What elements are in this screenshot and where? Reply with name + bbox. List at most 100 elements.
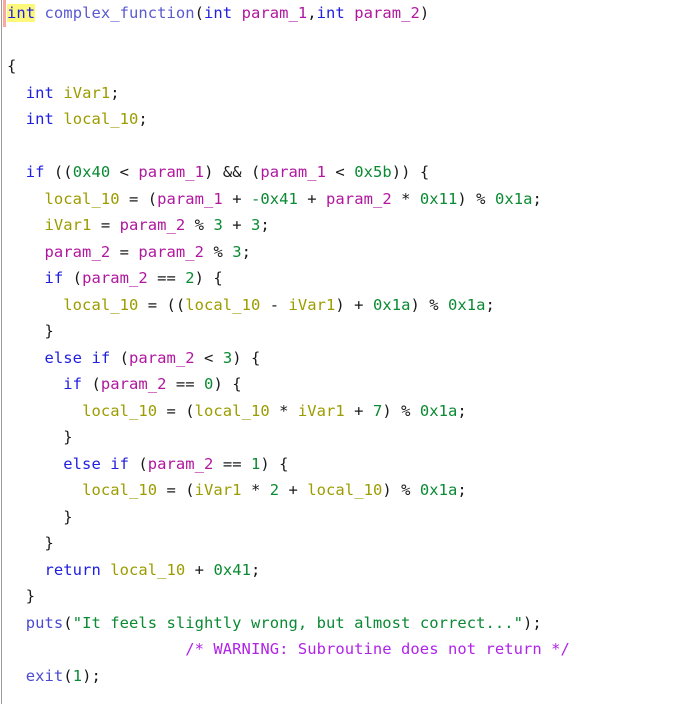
token-keyword[interactable]: int xyxy=(7,4,36,22)
code-line[interactable]: local_10 = (iVar1 * 2 + local_10) % 0x1a… xyxy=(0,477,690,504)
code-line[interactable]: iVar1 = param_2 % 3 + 3; xyxy=(0,212,690,239)
code-listing[interactable]: int complex_function(int param_1,int par… xyxy=(0,0,690,689)
token-local[interactable]: local_10 xyxy=(307,481,382,499)
code-line[interactable]: puts("It feels slightly wrong, but almos… xyxy=(0,610,690,637)
token-keyword[interactable]: if xyxy=(63,375,82,393)
token-keyword[interactable]: int xyxy=(317,4,345,22)
token-local[interactable]: local_10 xyxy=(110,561,185,579)
token-plain: - xyxy=(260,295,289,314)
token-number[interactable]: 0x1a xyxy=(495,190,533,208)
token-param[interactable]: param_2 xyxy=(326,190,392,208)
token-func[interactable]: exit xyxy=(26,667,64,685)
token-number[interactable]: -0x41 xyxy=(251,190,298,208)
token-number[interactable]: 0x41 xyxy=(213,561,251,579)
token-local[interactable]: local_10 xyxy=(82,481,157,499)
token-keyword[interactable]: if xyxy=(110,455,129,473)
token-string[interactable]: "It feels slightly wrong, but almost cor… xyxy=(73,614,523,632)
token-keyword[interactable]: else xyxy=(63,455,101,473)
code-line[interactable]: local_10 = (local_10 * iVar1 + 7) % 0x1a… xyxy=(0,398,690,425)
code-line[interactable]: local_10 = ((local_10 - iVar1) + 0x1a) %… xyxy=(0,292,690,319)
token-param[interactable]: param_2 xyxy=(129,349,195,367)
code-line[interactable]: else if (param_2 == 1) { xyxy=(0,451,690,478)
token-comment[interactable]: /* WARNING: Subroutine does not return *… xyxy=(185,640,570,658)
code-line[interactable]: param_2 = param_2 % 3; xyxy=(0,239,690,266)
token-local[interactable]: local_10 xyxy=(63,110,138,128)
token-param[interactable]: param_1 xyxy=(138,163,204,181)
token-number[interactable]: 0x1a xyxy=(373,296,411,314)
code-line[interactable]: int complex_function(int param_1,int par… xyxy=(0,0,690,27)
token-keyword[interactable]: int xyxy=(26,110,54,128)
token-local[interactable]: iVar1 xyxy=(45,216,92,234)
token-local[interactable]: local_10 xyxy=(195,402,270,420)
token-param[interactable]: param_1 xyxy=(260,163,326,181)
token-param[interactable]: param_1 xyxy=(242,4,308,22)
token-keyword[interactable]: return xyxy=(45,561,101,579)
token-param[interactable]: param_2 xyxy=(82,269,148,287)
token-number[interactable]: 0x11 xyxy=(420,190,458,208)
token-param[interactable]: param_2 xyxy=(138,243,204,261)
token-number[interactable]: 3 xyxy=(223,349,232,367)
token-local[interactable]: iVar1 xyxy=(63,84,110,102)
token-keyword[interactable]: if xyxy=(45,269,64,287)
token-plain: % xyxy=(204,242,233,261)
token-number[interactable]: 0x1a xyxy=(420,402,458,420)
token-number[interactable]: 7 xyxy=(373,402,382,420)
token-keyword[interactable]: int xyxy=(204,4,232,22)
token-local[interactable]: local_10 xyxy=(45,190,120,208)
token-keyword[interactable]: else xyxy=(45,349,83,367)
code-line[interactable]: else if (param_2 < 3) { xyxy=(0,345,690,372)
token-number[interactable]: 2 xyxy=(185,269,194,287)
code-line[interactable]: if (param_2 == 0) { xyxy=(0,371,690,398)
token-param[interactable]: param_2 xyxy=(120,216,186,234)
token-keyword[interactable]: if xyxy=(91,349,110,367)
token-number[interactable]: 1 xyxy=(73,667,82,685)
token-number[interactable]: 3 xyxy=(232,243,241,261)
token-plain: } xyxy=(63,428,73,446)
code-line[interactable] xyxy=(0,27,690,54)
token-number[interactable]: 0x5b xyxy=(354,163,392,181)
token-plain: ); xyxy=(523,613,542,632)
code-line[interactable]: if ((0x40 < param_1) && (param_1 < 0x5b)… xyxy=(0,159,690,186)
code-line[interactable]: } xyxy=(0,583,690,610)
code-line[interactable]: int iVar1; xyxy=(0,80,690,107)
token-number[interactable]: 3 xyxy=(213,216,222,234)
decompiler-code-view[interactable]: int complex_function(int param_1,int par… xyxy=(0,0,690,704)
token-param[interactable]: param_2 xyxy=(101,375,167,393)
token-number[interactable]: 0x1a xyxy=(448,296,486,314)
code-line[interactable]: } xyxy=(0,504,690,531)
token-local[interactable]: iVar1 xyxy=(289,296,336,314)
token-local[interactable]: iVar1 xyxy=(298,402,345,420)
token-keyword[interactable]: int xyxy=(26,84,54,102)
code-line[interactable]: int local_10; xyxy=(0,106,690,133)
token-keyword[interactable]: if xyxy=(26,163,45,181)
token-plain: )) { xyxy=(391,163,430,181)
code-line[interactable]: if (param_2 == 2) { xyxy=(0,265,690,292)
code-line[interactable]: /* WARNING: Subroutine does not return *… xyxy=(0,636,690,663)
code-line[interactable] xyxy=(0,133,690,160)
code-line[interactable]: exit(1); xyxy=(0,663,690,690)
token-number[interactable]: 0x40 xyxy=(73,163,111,181)
token-number[interactable]: 0x1a xyxy=(420,481,458,499)
token-local[interactable]: local_10 xyxy=(185,296,260,314)
token-param[interactable]: param_1 xyxy=(157,190,223,208)
code-line[interactable]: } xyxy=(0,318,690,345)
token-number[interactable]: 2 xyxy=(270,481,279,499)
code-line[interactable]: return local_10 + 0x41; xyxy=(0,557,690,584)
token-funcname[interactable]: complex_function xyxy=(45,4,195,22)
token-func[interactable]: puts xyxy=(26,614,64,632)
code-line[interactable]: } xyxy=(0,530,690,557)
token-number[interactable]: 3 xyxy=(251,216,260,234)
code-line[interactable]: } xyxy=(0,424,690,451)
token-param[interactable]: param_2 xyxy=(45,243,111,261)
token-local[interactable]: local_10 xyxy=(63,296,138,314)
token-param[interactable]: param_2 xyxy=(148,455,214,473)
token-local[interactable]: local_10 xyxy=(82,402,157,420)
token-param[interactable]: param_2 xyxy=(354,4,420,22)
code-line[interactable]: { xyxy=(0,53,690,80)
token-number[interactable]: 1 xyxy=(251,455,260,473)
code-line[interactable]: local_10 = (param_1 + -0x41 + param_2 * … xyxy=(0,186,690,213)
token-local[interactable]: iVar1 xyxy=(195,481,242,499)
